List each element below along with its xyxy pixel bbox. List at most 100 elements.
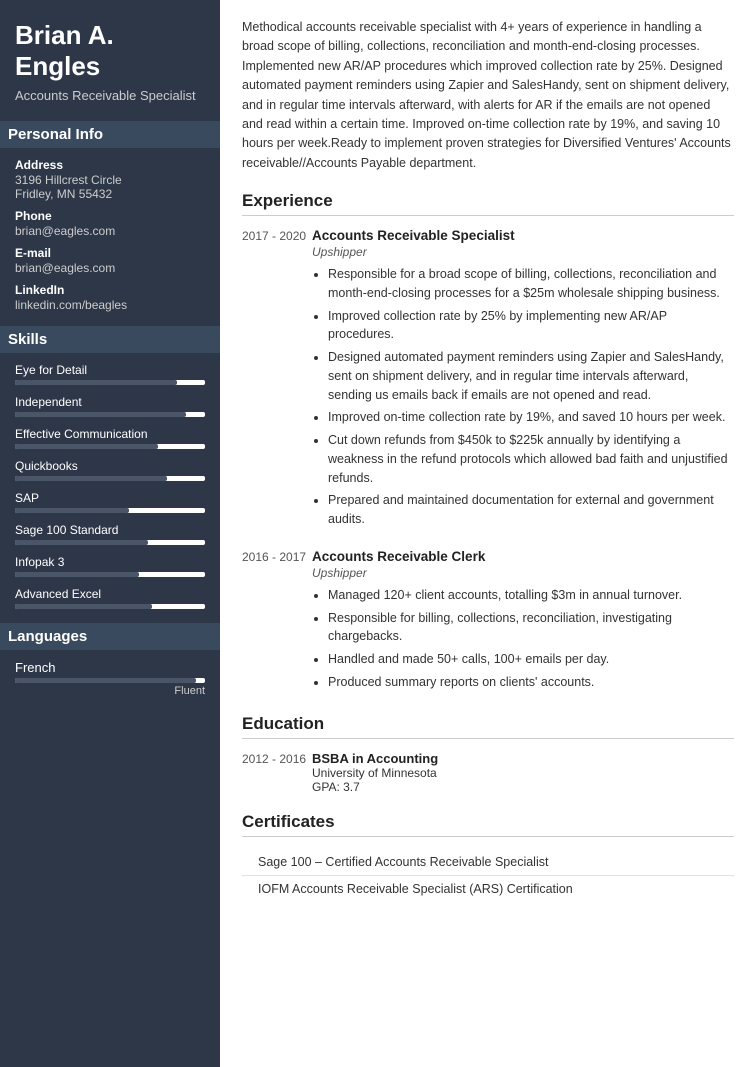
skill-item: Infopak 3 — [15, 555, 205, 577]
bullet-item: Improved on-time collection rate by 19%,… — [328, 408, 734, 427]
education-entries: 2012 - 2016 BSBA in Accounting Universit… — [242, 751, 734, 794]
experience-entries: 2017 - 2020 Accounts Receivable Speciali… — [242, 228, 734, 696]
bullet-item: Improved collection rate by 25% by imple… — [328, 307, 734, 345]
skill-bar-fill — [15, 540, 148, 545]
phone-block: Phone brian@eagles.com — [15, 209, 205, 238]
skill-bar-fill — [15, 380, 177, 385]
candidate-name: Brian A. Engles — [15, 20, 205, 82]
exp-job-title: Accounts Receivable Specialist — [312, 228, 734, 243]
certificates-list: Sage 100 – Certified Accounts Receivable… — [242, 849, 734, 902]
linkedin-block: LinkedIn linkedin.com/beagles — [15, 283, 205, 312]
skill-bar-fill — [15, 604, 152, 609]
certificate-item: IOFM Accounts Receivable Specialist (ARS… — [242, 875, 734, 902]
skill-bar-fill — [15, 508, 129, 513]
language-item: French Fluent — [15, 660, 205, 697]
education-entry: 2012 - 2016 BSBA in Accounting Universit… — [242, 751, 734, 794]
language-level: Fluent — [15, 685, 205, 697]
edu-content: BSBA in Accounting University of Minneso… — [312, 751, 734, 794]
email-block: E-mail brian@eagles.com — [15, 246, 205, 275]
linkedin-value: linkedin.com/beagles — [15, 298, 205, 312]
skill-bar-bg — [15, 572, 205, 577]
exp-company: Upshipper — [312, 566, 734, 580]
language-bar-fill — [15, 678, 196, 683]
address-label: Address — [15, 158, 205, 172]
skill-item: Effective Communication — [15, 427, 205, 449]
bullet-item: Produced summary reports on clients' acc… — [328, 673, 734, 692]
experience-entry: 2016 - 2017 Accounts Receivable Clerk Up… — [242, 549, 734, 696]
personal-info-heading: Personal Info — [0, 121, 220, 148]
skill-bar-fill — [15, 412, 186, 417]
skill-item: Independent — [15, 395, 205, 417]
skill-bar-bg — [15, 540, 205, 545]
resume-container: Brian A. Engles Accounts Receivable Spec… — [0, 0, 756, 1067]
exp-company: Upshipper — [312, 245, 734, 259]
exp-job-title: Accounts Receivable Clerk — [312, 549, 734, 564]
skill-name: Advanced Excel — [15, 587, 205, 601]
address-block: Address 3196 Hillcrest CircleFridley, MN… — [15, 158, 205, 201]
education-section: Education 2012 - 2016 BSBA in Accounting… — [242, 714, 734, 794]
bullet-item: Prepared and maintained documentation fo… — [328, 491, 734, 529]
language-name: French — [15, 660, 205, 675]
experience-section: Experience 2017 - 2020 Accounts Receivab… — [242, 191, 734, 696]
bullet-item: Responsible for billing, collections, re… — [328, 609, 734, 647]
skill-name: Eye for Detail — [15, 363, 205, 377]
bullet-item: Handled and made 50+ calls, 100+ emails … — [328, 650, 734, 669]
skill-item: Quickbooks — [15, 459, 205, 481]
experience-entry: 2017 - 2020 Accounts Receivable Speciali… — [242, 228, 734, 533]
skill-bar-bg — [15, 380, 205, 385]
skill-item: Eye for Detail — [15, 363, 205, 385]
skill-item: SAP — [15, 491, 205, 513]
skills-section: Eye for Detail Independent Effective Com… — [15, 363, 205, 609]
skill-bar-fill — [15, 476, 167, 481]
bullet-item: Managed 120+ client accounts, totalling … — [328, 586, 734, 605]
skill-bar-bg — [15, 604, 205, 609]
linkedin-label: LinkedIn — [15, 283, 205, 297]
certificates-section: Certificates Sage 100 – Certified Accoun… — [242, 812, 734, 902]
bullet-item: Designed automated payment reminders usi… — [328, 348, 734, 404]
certificate-item: Sage 100 – Certified Accounts Receivable… — [242, 849, 734, 875]
exp-content: Accounts Receivable Specialist Upshipper… — [312, 228, 734, 533]
phone-label: Phone — [15, 209, 205, 223]
main-content: Methodical accounts receivable specialis… — [220, 0, 756, 1067]
skill-bar-bg — [15, 508, 205, 513]
education-heading: Education — [242, 714, 734, 739]
skill-bar-bg — [15, 476, 205, 481]
skill-item: Sage 100 Standard — [15, 523, 205, 545]
bullet-item: Responsible for a broad scope of billing… — [328, 265, 734, 303]
skill-name: Sage 100 Standard — [15, 523, 205, 537]
skills-heading: Skills — [0, 326, 220, 353]
edu-school: University of Minnesota — [312, 766, 734, 780]
skill-bar-bg — [15, 444, 205, 449]
address-value: 3196 Hillcrest CircleFridley, MN 55432 — [15, 173, 205, 201]
exp-bullets: Managed 120+ client accounts, totalling … — [312, 586, 734, 692]
certificates-heading: Certificates — [242, 812, 734, 837]
experience-heading: Experience — [242, 191, 734, 216]
languages-heading: Languages — [0, 623, 220, 650]
exp-content: Accounts Receivable Clerk Upshipper Mana… — [312, 549, 734, 696]
skill-bar-fill — [15, 444, 158, 449]
skill-name: SAP — [15, 491, 205, 505]
summary-text: Methodical accounts receivable specialis… — [242, 18, 734, 173]
sidebar: Brian A. Engles Accounts Receivable Spec… — [0, 0, 220, 1067]
candidate-title: Accounts Receivable Specialist — [15, 88, 205, 103]
edu-dates: 2012 - 2016 — [242, 751, 312, 794]
exp-dates: 2016 - 2017 — [242, 549, 312, 696]
skill-bar-bg — [15, 412, 205, 417]
personal-info-section: Address 3196 Hillcrest CircleFridley, MN… — [15, 158, 205, 312]
bullet-item: Cut down refunds from $450k to $225k ann… — [328, 431, 734, 487]
email-label: E-mail — [15, 246, 205, 260]
skill-bar-fill — [15, 572, 139, 577]
skill-name: Quickbooks — [15, 459, 205, 473]
language-bar-bg — [15, 678, 205, 683]
skill-item: Advanced Excel — [15, 587, 205, 609]
exp-bullets: Responsible for a broad scope of billing… — [312, 265, 734, 529]
email-value: brian@eagles.com — [15, 261, 205, 275]
skill-name: Effective Communication — [15, 427, 205, 441]
skill-name: Infopak 3 — [15, 555, 205, 569]
skill-name: Independent — [15, 395, 205, 409]
edu-gpa: GPA: 3.7 — [312, 780, 734, 794]
edu-degree: BSBA in Accounting — [312, 751, 734, 766]
languages-section: French Fluent — [15, 660, 205, 697]
exp-dates: 2017 - 2020 — [242, 228, 312, 533]
phone-value: brian@eagles.com — [15, 224, 205, 238]
